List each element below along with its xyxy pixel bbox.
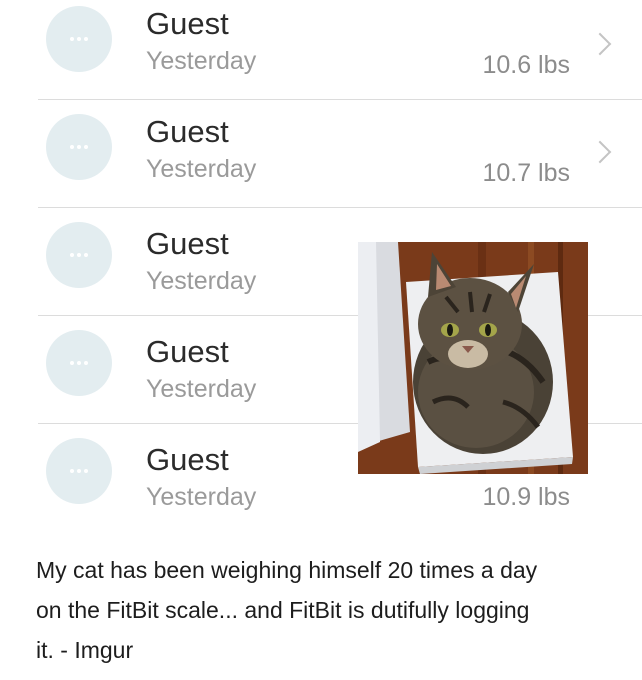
caption-line: My cat has been weighing himself 20 time… [36,557,538,583]
entry-name: Guest [146,442,229,477]
entry-weight: 10.7 lbs [482,159,570,187]
guest-avatar-icon [46,330,112,396]
entry-name: Guest [146,114,229,149]
entry-date: Yesterday [146,267,257,295]
dots-icon [70,361,88,365]
entry-date: Yesterday [146,375,257,403]
post-caption: My cat has been weighing himself 20 time… [36,550,626,670]
caption-line: it. - Imgur [36,637,134,663]
log-entry-row[interactable]: Guest Yesterday 10.6 lbs [0,0,642,100]
cat-photo-illustration [358,242,588,474]
weight-log-list: Guest Yesterday 10.6 lbs Guest Yesterday… [0,0,642,540]
chevron-right-icon[interactable] [588,32,612,56]
entry-name: Guest [146,226,229,261]
dots-icon [70,253,88,257]
entry-date: Yesterday [146,47,257,75]
guest-avatar-icon [46,6,112,72]
log-entry-row[interactable]: Guest Yesterday 10.7 lbs [0,100,642,208]
dots-icon [70,145,88,149]
entry-weight: 10.9 lbs [482,483,570,511]
dots-icon [70,37,88,41]
cat-on-scale-photo [358,242,588,474]
entry-weight: 10.6 lbs [482,51,570,79]
caption-line: on the FitBit scale... and FitBit is dut… [36,597,530,623]
entry-date: Yesterday [146,483,257,511]
chevron-right-icon[interactable] [588,140,612,164]
guest-avatar-icon [46,222,112,288]
guest-avatar-icon [46,114,112,180]
entry-date: Yesterday [146,155,257,183]
dots-icon [70,469,88,473]
entry-name: Guest [146,334,229,369]
entry-name: Guest [146,6,229,41]
guest-avatar-icon [46,438,112,504]
